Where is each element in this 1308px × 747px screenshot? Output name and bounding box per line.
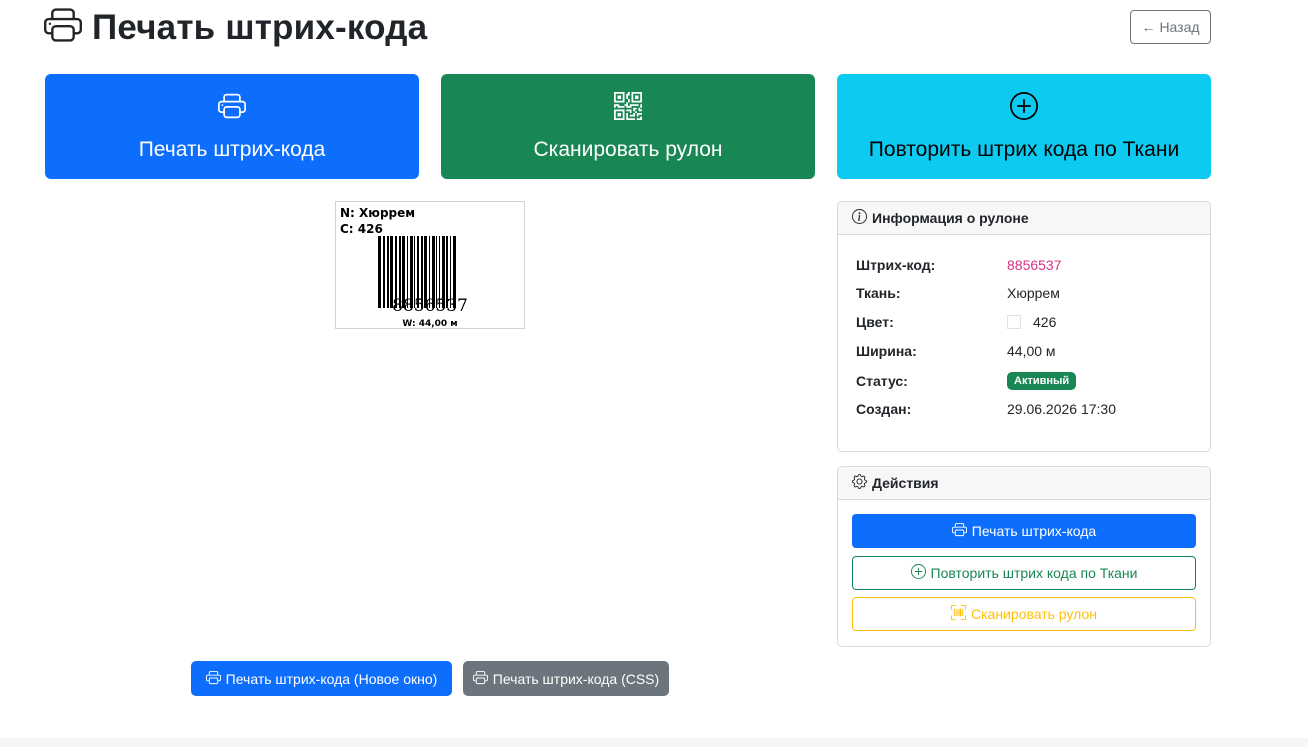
info-key: Создан: bbox=[856, 401, 912, 417]
info-value-barcode: 8856537 bbox=[1007, 257, 1062, 273]
action-repeat-button[interactable]: Повторить штрих кода по Ткани bbox=[852, 556, 1196, 590]
big-scan-button[interactable]: Сканировать рулон bbox=[441, 74, 815, 179]
action-scan-button[interactable]: Сканировать рулон bbox=[852, 597, 1196, 631]
plus-circle-icon bbox=[1010, 91, 1038, 126]
info-key: Ширина: bbox=[856, 343, 917, 359]
footer-strip bbox=[0, 738, 1308, 747]
qr-code-icon bbox=[614, 91, 642, 126]
color-swatch bbox=[1007, 315, 1021, 329]
info-key: Штрих-код: bbox=[856, 257, 936, 273]
info-value-created: 29.06.2026 17:30 bbox=[1007, 401, 1116, 417]
label-name: Хюррем bbox=[359, 206, 416, 220]
action-print-button[interactable]: Печать штрих-кода bbox=[852, 514, 1196, 548]
status-badge: Активный bbox=[1007, 372, 1077, 390]
label-width: W: 44,00 м bbox=[402, 319, 458, 329]
action-scan-label: Сканировать рулон bbox=[971, 606, 1097, 622]
gear-icon bbox=[852, 474, 867, 492]
info-row-status: Статус: Активный bbox=[856, 372, 1077, 390]
info-value-width: 44,00 м bbox=[1007, 343, 1056, 359]
printer-icon bbox=[951, 522, 967, 540]
big-print-button[interactable]: Печать штрих-кода bbox=[45, 74, 419, 179]
barcode-number: 8856537 bbox=[392, 296, 468, 316]
big-scan-label: Сканировать рулон bbox=[533, 137, 723, 161]
printer-icon bbox=[472, 670, 488, 688]
print-css-button[interactable]: Печать штрих-кода (CSS) bbox=[463, 661, 669, 696]
info-row-barcode: Штрих-код: 8856537 bbox=[856, 257, 1062, 273]
label-name-line: N: Хюррем bbox=[340, 206, 415, 220]
info-row-created: Создан: 29.06.2026 17:30 bbox=[856, 401, 1116, 417]
upc-scan-icon bbox=[951, 605, 966, 623]
printer-icon bbox=[205, 670, 221, 688]
page-title: Печать штрих-кода bbox=[92, 7, 428, 47]
info-value-color-wrap: 426 bbox=[1007, 314, 1056, 330]
print-css-label: Печать штрих-кода (CSS) bbox=[492, 670, 660, 687]
actions-title: Действия bbox=[872, 475, 939, 491]
roll-info-card: Информация о рулоне Штрих-код: 8856537 Т… bbox=[837, 201, 1211, 452]
info-row-width: Ширина: 44,00 м bbox=[856, 343, 1056, 359]
info-key: Ткань: bbox=[856, 285, 901, 301]
info-row-fabric: Ткань: Хюррем bbox=[856, 285, 1060, 301]
label-color-prefix: C: bbox=[340, 222, 354, 236]
printer-icon bbox=[218, 92, 246, 126]
info-value-fabric: Хюррем bbox=[1007, 285, 1060, 301]
info-circle-icon bbox=[852, 209, 867, 227]
action-repeat-label: Повторить штрих кода по Ткани bbox=[930, 565, 1138, 581]
page-header: Печать штрих-кода bbox=[44, 6, 427, 49]
plus-circle-icon bbox=[910, 564, 926, 582]
info-row-color: Цвет: 426 bbox=[856, 314, 1056, 330]
info-value-color: 426 bbox=[1033, 314, 1057, 330]
back-button-label: Назад bbox=[1159, 19, 1200, 35]
big-repeat-button[interactable]: Повторить штрих кода по Ткани bbox=[837, 74, 1211, 179]
label-color: 426 bbox=[357, 222, 383, 236]
print-new-window-label: Печать штрих-кода (Новое окно) bbox=[225, 670, 438, 687]
print-new-window-button[interactable]: Печать штрих-кода (Новое окно) bbox=[191, 661, 452, 696]
arrow-left-icon: ← bbox=[1141, 19, 1156, 35]
info-key: Цвет: bbox=[856, 314, 894, 330]
big-repeat-label: Повторить штрих кода по Ткани bbox=[868, 137, 1180, 161]
roll-info-title: Информация о рулоне bbox=[872, 210, 1029, 226]
barcode-label-preview: N: Хюррем C: 426 8856537 W: 44,00 м bbox=[335, 201, 525, 329]
back-button[interactable]: ← Назад bbox=[1130, 10, 1211, 44]
actions-header: Действия bbox=[838, 467, 1210, 500]
info-value-status-wrap: Активный bbox=[1007, 372, 1077, 390]
label-color-line: C: 426 bbox=[340, 222, 383, 236]
roll-info-header: Информация о рулоне bbox=[838, 202, 1210, 235]
action-print-label: Печать штрих-кода bbox=[971, 523, 1097, 539]
actions-card: Действия Печать штрих-кода Повторить штр… bbox=[837, 466, 1211, 647]
big-print-label: Печать штрих-кода bbox=[138, 137, 326, 161]
info-key: Статус: bbox=[856, 373, 908, 389]
label-name-prefix: N: bbox=[340, 206, 355, 220]
printer-icon bbox=[44, 6, 82, 49]
